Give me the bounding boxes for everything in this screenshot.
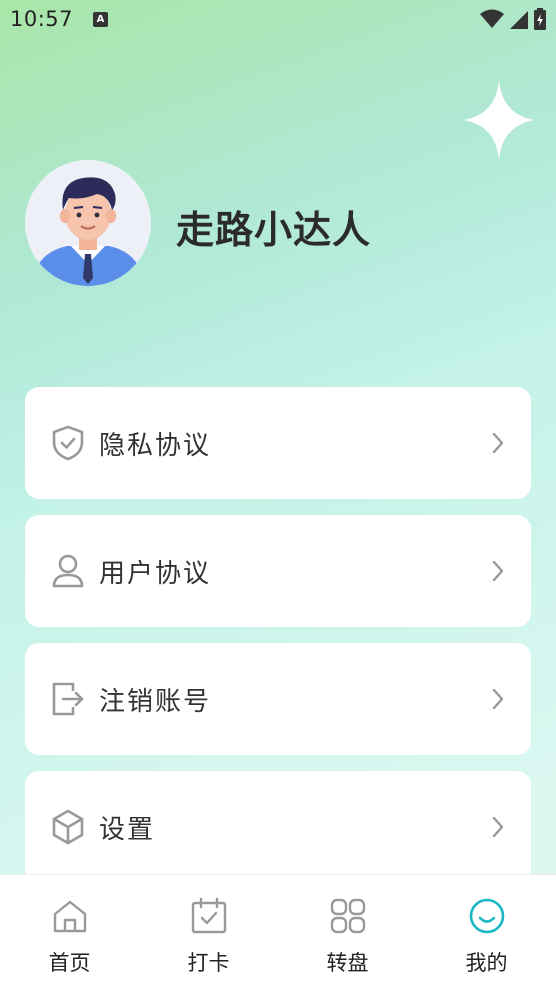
calendar-check-icon xyxy=(191,897,226,934)
menu-label-privacy: 隐私协议 xyxy=(99,431,212,461)
grid-icon xyxy=(330,898,365,934)
notification-icon: A xyxy=(93,11,109,27)
avatar[interactable] xyxy=(25,160,151,286)
nav-item-home[interactable]: 首页 xyxy=(0,875,139,988)
nav-label-home: 首页 xyxy=(48,951,91,975)
menu-item-delete-account[interactable]: 注销账号 xyxy=(25,643,531,755)
menu-item-settings[interactable]: 设置 xyxy=(25,771,531,883)
menu-label-user-agreement: 用户协议 xyxy=(99,559,212,589)
user-icon xyxy=(52,554,84,588)
home-icon xyxy=(53,900,86,933)
shield-check-icon xyxy=(52,425,84,461)
signal-icon xyxy=(510,11,528,29)
chevron-right-icon xyxy=(492,688,504,710)
status-bar: 10:57 A xyxy=(0,0,556,38)
sparkle-icon xyxy=(464,80,534,160)
chevron-right-icon xyxy=(492,432,504,454)
chevron-right-icon xyxy=(492,560,504,582)
username: 走路小达人 xyxy=(176,208,372,252)
status-icons xyxy=(480,8,546,30)
chevron-right-icon xyxy=(492,816,504,838)
menu-item-privacy[interactable]: 隐私协议 xyxy=(25,387,531,499)
bottom-nav: 首页 打卡 转盘 我的 xyxy=(0,874,556,988)
menu-label-delete-account: 注销账号 xyxy=(99,687,212,717)
status-time: 10:57 xyxy=(10,7,74,31)
wifi-icon xyxy=(480,9,504,28)
nav-item-mine[interactable]: 我的 xyxy=(417,875,556,988)
nav-item-wheel[interactable]: 转盘 xyxy=(278,875,417,988)
menu-item-user-agreement[interactable]: 用户协议 xyxy=(25,515,531,627)
nav-label-wheel: 转盘 xyxy=(326,951,369,975)
menu-label-settings: 设置 xyxy=(99,815,156,845)
cube-icon xyxy=(52,809,84,845)
smile-icon xyxy=(469,898,504,934)
man-avatar-icon xyxy=(25,160,151,286)
nav-label-mine: 我的 xyxy=(465,951,508,975)
nav-item-checkin[interactable]: 打卡 xyxy=(139,875,278,988)
logout-icon xyxy=(52,682,84,716)
nav-label-checkin: 打卡 xyxy=(187,951,230,975)
battery-icon xyxy=(534,8,546,30)
